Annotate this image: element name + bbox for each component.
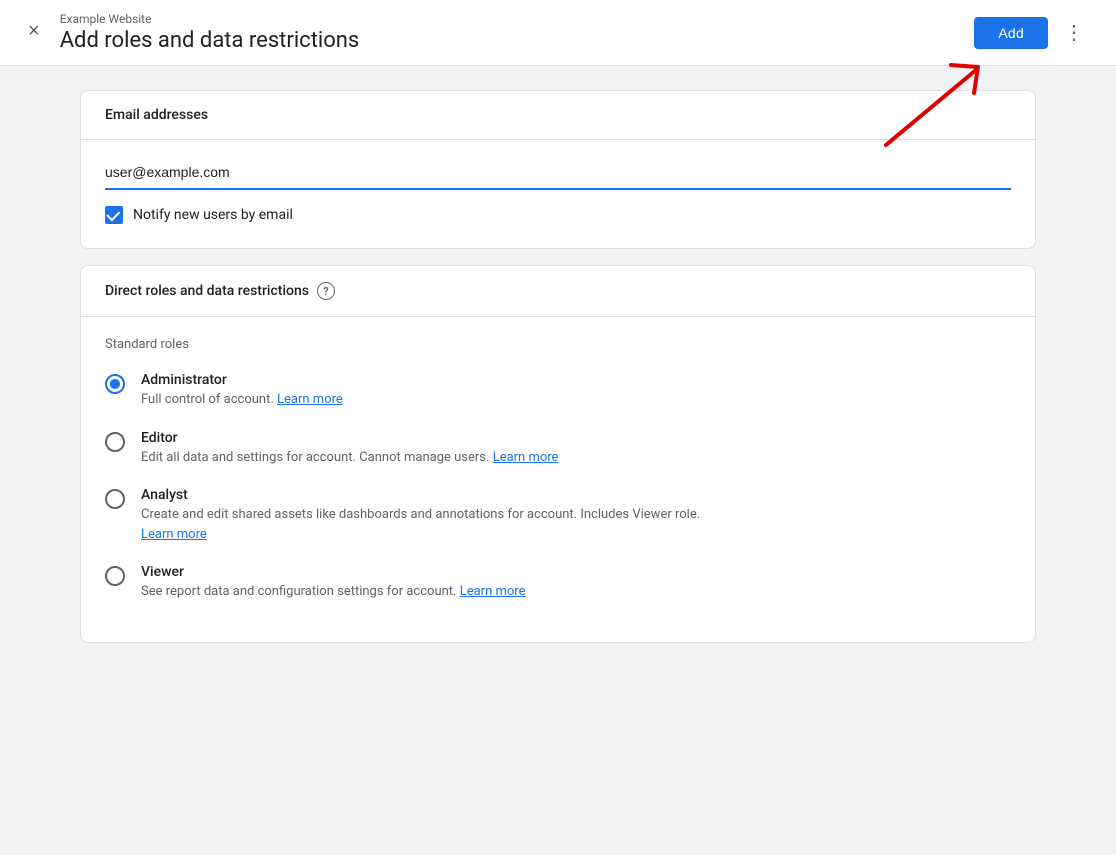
notify-row: Notify new users by email [105, 206, 1011, 224]
page-subtitle: Example Website [60, 12, 360, 26]
more-options-button[interactable]: ⋮ [1056, 16, 1092, 49]
notify-label: Notify new users by email [133, 207, 293, 223]
role-item-editor: Editor Edit all data and settings for ac… [105, 430, 1011, 468]
roles-header-text: Direct roles and data restrictions [105, 283, 309, 299]
close-icon: × [28, 20, 40, 43]
role-item-administrator: Administrator Full control of account. L… [105, 372, 1011, 410]
role-text-analyst: Analyst Create and edit shared assets li… [141, 487, 700, 544]
email-card: Email addresses Notify new users by emai… [80, 90, 1036, 249]
role-text-administrator: Administrator Full control of account. L… [141, 372, 343, 410]
role-text-editor: Editor Edit all data and settings for ac… [141, 430, 558, 468]
email-card-body: Notify new users by email [81, 140, 1035, 248]
role-item-viewer: Viewer See report data and configuration… [105, 564, 1011, 602]
standard-roles-label: Standard roles [105, 337, 1011, 352]
role-desc-viewer: See report data and configuration settin… [141, 582, 526, 602]
help-icon[interactable]: ? [317, 282, 335, 300]
header-title-area: Example Website Add roles and data restr… [60, 12, 360, 53]
radio-analyst[interactable] [105, 489, 125, 509]
radio-inner-administrator [110, 379, 120, 389]
role-name-analyst: Analyst [141, 487, 700, 503]
role-text-viewer: Viewer See report data and configuration… [141, 564, 526, 602]
role-item-analyst: Analyst Create and edit shared assets li… [105, 487, 1011, 544]
role-desc-analyst: Create and edit shared assets like dashb… [141, 505, 700, 544]
learn-more-analyst[interactable]: Learn more [141, 527, 207, 542]
roles-body: Standard roles Administrator Full contro… [81, 317, 1035, 642]
radio-editor[interactable] [105, 432, 125, 452]
learn-more-viewer[interactable]: Learn more [460, 584, 526, 599]
radio-viewer[interactable] [105, 566, 125, 586]
notify-checkbox[interactable] [105, 206, 123, 224]
add-button[interactable]: Add [974, 17, 1048, 49]
email-input[interactable] [105, 156, 1011, 190]
role-name-editor: Editor [141, 430, 558, 446]
close-button[interactable]: × [24, 16, 44, 47]
learn-more-editor[interactable]: Learn more [493, 450, 559, 465]
roles-card-header: Direct roles and data restrictions ? [81, 266, 1035, 317]
email-card-header: Email addresses [81, 91, 1035, 140]
role-desc-administrator: Full control of account. Learn more [141, 390, 343, 410]
page-header: × Example Website Add roles and data res… [0, 0, 1116, 66]
page-content: Email addresses Notify new users by emai… [0, 66, 1116, 667]
role-desc-editor: Edit all data and settings for account. … [141, 448, 558, 468]
radio-administrator[interactable] [105, 374, 125, 394]
header-right: Add ⋮ [974, 16, 1092, 49]
more-icon: ⋮ [1064, 20, 1084, 45]
roles-card: Direct roles and data restrictions ? Sta… [80, 265, 1036, 643]
page-title: Add roles and data restrictions [60, 28, 360, 53]
role-name-administrator: Administrator [141, 372, 343, 388]
role-name-viewer: Viewer [141, 564, 526, 580]
learn-more-administrator[interactable]: Learn more [277, 392, 343, 407]
header-left: × Example Website Add roles and data res… [24, 12, 359, 53]
